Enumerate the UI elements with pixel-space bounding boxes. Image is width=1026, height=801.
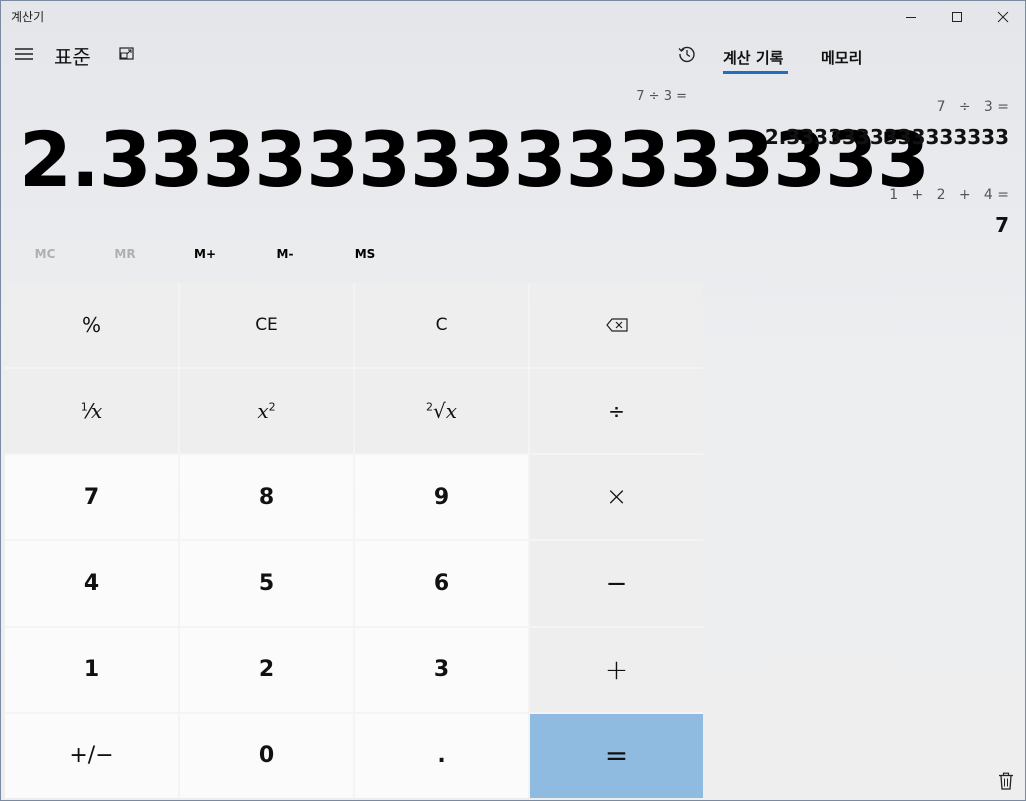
mode-title: 표준: [54, 45, 91, 69]
history-item-1-expression[interactable]: 7 ÷ 3 =: [937, 99, 1009, 115]
add-label: +: [604, 653, 629, 687]
digit-9-label: 9: [433, 484, 450, 510]
digit-3-label: 3: [433, 657, 450, 683]
memory-clear-button[interactable]: MC: [15, 247, 75, 265]
add-button[interactable]: +: [530, 627, 703, 712]
digit-9-button[interactable]: 9: [355, 455, 528, 540]
digit-4-label: 4: [83, 571, 100, 597]
keep-on-top-icon: [119, 47, 134, 60]
digit-7-label: 7: [83, 484, 100, 510]
percent-label: %: [81, 313, 101, 338]
maximize-icon: [952, 12, 962, 22]
reciprocal-button[interactable]: 1⁄x: [5, 369, 178, 454]
digit-0-label: 0: [258, 743, 275, 769]
history-button[interactable]: [673, 40, 701, 68]
hamburger-icon: [15, 48, 33, 60]
decimal-label: .: [437, 743, 446, 769]
equals-label: =: [604, 739, 629, 773]
backspace-button[interactable]: [530, 283, 703, 368]
square-root-button[interactable]: 2√x: [355, 369, 528, 454]
memory-add-button[interactable]: M+: [175, 247, 235, 265]
subtract-label: −: [605, 568, 628, 599]
clear-button[interactable]: C: [355, 283, 528, 368]
square-button[interactable]: x2: [180, 369, 353, 454]
divide-button[interactable]: ÷: [530, 369, 703, 454]
divide-label: ÷: [608, 399, 625, 424]
backspace-icon: [605, 318, 628, 332]
square-label: x2: [257, 399, 276, 424]
clear-entry-label: CE: [255, 315, 278, 336]
minimize-button[interactable]: [888, 1, 934, 33]
digit-1-button[interactable]: 1: [5, 627, 178, 712]
clear-label: C: [435, 315, 448, 336]
digit-8-button[interactable]: 8: [180, 455, 353, 540]
navigation-menu-button[interactable]: [9, 39, 39, 69]
negate-label: +/−: [69, 743, 114, 769]
equals-button[interactable]: =: [530, 713, 703, 798]
digit-2-label: 2: [258, 657, 275, 683]
digit-0-button[interactable]: 0: [180, 713, 353, 798]
multiply-button[interactable]: ×: [530, 455, 703, 540]
clear-entry-button[interactable]: CE: [180, 283, 353, 368]
calculator-window: 계산기 표준 7 ÷ 3 = 2.3333333333333333 MC MR …: [0, 0, 1026, 801]
close-button[interactable]: [980, 1, 1025, 33]
subtract-button[interactable]: −: [530, 541, 703, 626]
digit-6-button[interactable]: 6: [355, 541, 528, 626]
memory-store-button[interactable]: MS: [335, 247, 395, 265]
maximize-button[interactable]: [934, 1, 980, 33]
digit-1-label: 1: [83, 657, 100, 683]
title-bar: 계산기: [1, 1, 1025, 33]
digit-2-button[interactable]: 2: [180, 627, 353, 712]
memory-recall-button[interactable]: MR: [95, 247, 155, 265]
keypad: % CE C 1⁄x x2 2√x ÷ 7 8 9 × 4 5 6 − 1 2 …: [5, 283, 703, 798]
history-item-1-result[interactable]: 2.3333333333333333: [765, 125, 1009, 149]
clear-history-button[interactable]: [995, 769, 1017, 793]
close-icon: [997, 11, 1009, 23]
minimize-icon: [906, 17, 916, 18]
digit-7-button[interactable]: 7: [5, 455, 178, 540]
negate-button[interactable]: +/−: [5, 713, 178, 798]
percent-button[interactable]: %: [5, 283, 178, 368]
digit-6-label: 6: [433, 571, 450, 597]
digit-5-button[interactable]: 5: [180, 541, 353, 626]
digit-5-label: 5: [258, 571, 275, 597]
keep-on-top-button[interactable]: [115, 42, 139, 66]
multiply-label: ×: [605, 482, 628, 513]
reciprocal-label: 1⁄x: [80, 399, 103, 424]
digit-8-label: 8: [258, 484, 275, 510]
decimal-button[interactable]: .: [355, 713, 528, 798]
square-root-label: 2√x: [425, 399, 458, 424]
tab-memory[interactable]: 메모리: [821, 47, 862, 68]
history-icon: [678, 46, 695, 63]
tab-history[interactable]: 계산 기록: [723, 47, 783, 68]
active-tab-indicator: [723, 71, 788, 74]
digit-3-button[interactable]: 3: [355, 627, 528, 712]
digit-4-button[interactable]: 4: [5, 541, 178, 626]
history-item-2-result[interactable]: 7: [995, 213, 1009, 237]
memory-subtract-button[interactable]: M-: [255, 247, 315, 265]
history-item-2-expression[interactable]: 1 + 2 + 4 =: [889, 187, 1009, 203]
expression-display: 7 ÷ 3 =: [636, 89, 687, 104]
trash-icon: [999, 772, 1013, 790]
app-title: 계산기: [11, 10, 45, 24]
